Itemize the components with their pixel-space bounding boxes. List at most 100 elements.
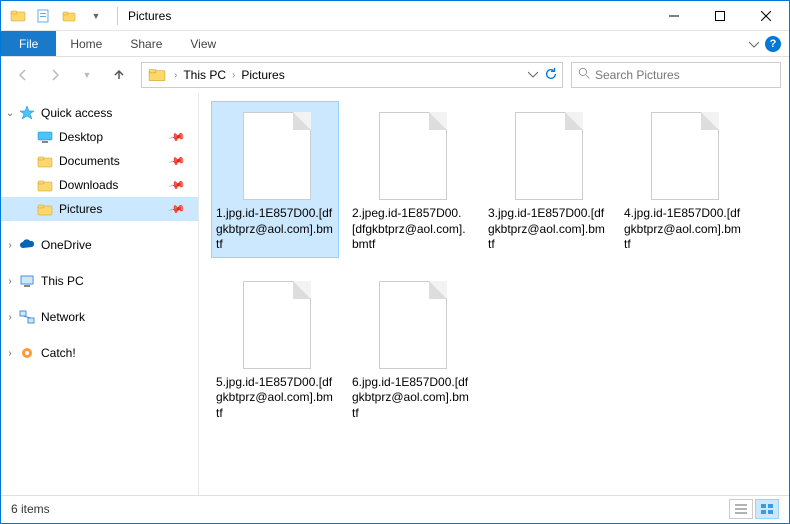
minimize-button[interactable] <box>651 1 697 31</box>
folder-icon <box>37 201 53 217</box>
sidebar-item-label: Network <box>41 310 85 324</box>
search-placeholder: Search Pictures <box>595 68 680 82</box>
sidebar-item-label: Desktop <box>59 130 103 144</box>
back-button[interactable] <box>9 61 37 89</box>
up-button[interactable] <box>105 61 133 89</box>
sidebar-label: Quick access <box>41 106 112 120</box>
star-icon <box>19 105 35 121</box>
tab-view[interactable]: View <box>176 31 230 56</box>
file-item[interactable]: 5.jpg.id-1E857D00.[dfgkbtprz@aol.com].bm… <box>211 270 339 427</box>
file-thumbnail <box>371 275 451 371</box>
quick-access-toolbar: ▼ <box>1 5 113 27</box>
sidebar-item-label: Catch! <box>41 346 76 360</box>
sidebar-item-label: Downloads <box>59 178 118 192</box>
quick-access-group: ⌄ Quick access Desktop 📌 Documents 📌 Dow… <box>1 101 198 221</box>
address-bar[interactable]: › This PC › Pictures <box>141 62 563 88</box>
pin-icon: 📌 <box>168 128 187 147</box>
file-thumbnail <box>371 106 451 202</box>
navigation-pane: ⌄ Quick access Desktop 📌 Documents 📌 Dow… <box>1 93 199 495</box>
file-name: 3.jpg.id-1E857D00.[dfgkbtprz@aol.com].bm… <box>488 206 606 253</box>
help-icon: ? <box>765 36 781 52</box>
roots-group: › OneDrive› This PC› Network› Catch! <box>1 233 198 365</box>
properties-icon[interactable] <box>33 5 55 27</box>
sidebar-item-documents[interactable]: Documents 📌 <box>1 149 198 173</box>
file-name: 6.jpg.id-1E857D00.[dfgkbtprz@aol.com].bm… <box>352 375 470 422</box>
file-item[interactable]: 1.jpg.id-1E857D00.[dfgkbtprz@aol.com].bm… <box>211 101 339 258</box>
thispc-icon <box>19 273 35 289</box>
catch-icon <box>19 345 35 361</box>
sidebar-quick-access[interactable]: ⌄ Quick access <box>1 101 198 125</box>
sidebar-item-this-pc[interactable]: › This PC <box>1 269 198 293</box>
qat-customize-icon[interactable]: ▼ <box>85 5 107 27</box>
sidebar-item-label: OneDrive <box>41 238 92 252</box>
file-thumbnail <box>235 275 315 371</box>
navigation-bar: ▼ › This PC › Pictures Search Pictures <box>1 57 789 93</box>
status-bar: 6 items <box>1 495 789 521</box>
file-tab[interactable]: File <box>1 31 56 56</box>
search-box[interactable]: Search Pictures <box>571 62 781 88</box>
file-item[interactable]: 3.jpg.id-1E857D00.[dfgkbtprz@aol.com].bm… <box>483 101 611 258</box>
pin-icon: 📌 <box>168 200 187 219</box>
sidebar-item-network[interactable]: › Network <box>1 305 198 329</box>
file-item[interactable]: 4.jpg.id-1E857D00.[dfgkbtprz@aol.com].bm… <box>619 101 747 258</box>
sidebar-item-catch-[interactable]: › Catch! <box>1 341 198 365</box>
search-icon <box>578 67 591 83</box>
sidebar-item-label: This PC <box>41 274 84 288</box>
maximize-button[interactable] <box>697 1 743 31</box>
item-count: 6 items <box>11 502 50 516</box>
address-folder-icon <box>148 65 168 85</box>
sidebar-item-downloads[interactable]: Downloads 📌 <box>1 173 198 197</box>
folder-icon <box>37 177 53 193</box>
pin-icon: 📌 <box>168 176 187 195</box>
chevron-down-icon[interactable]: ⌄ <box>5 108 15 119</box>
sidebar-item-desktop[interactable]: Desktop 📌 <box>1 125 198 149</box>
chevron-right-icon[interactable]: › <box>5 276 15 287</box>
folder-icon <box>37 153 53 169</box>
sidebar-item-pictures[interactable]: Pictures 📌 <box>1 197 198 221</box>
title-bar: ▼ Pictures <box>1 1 789 31</box>
crumb-pictures[interactable]: Pictures <box>237 68 288 82</box>
thumbnails-view-button[interactable] <box>755 499 779 519</box>
window-controls <box>651 1 789 31</box>
file-name: 2.jpeg.id-1E857D00.[dfgkbtprz@aol.com].b… <box>352 206 470 253</box>
file-name: 1.jpg.id-1E857D00.[dfgkbtprz@aol.com].bm… <box>216 206 334 253</box>
file-thumbnail <box>643 106 723 202</box>
chevron-right-icon[interactable]: › <box>230 70 237 81</box>
file-grid: 1.jpg.id-1E857D00.[dfgkbtprz@aol.com].bm… <box>211 101 777 427</box>
file-list[interactable]: 1.jpg.id-1E857D00.[dfgkbtprz@aol.com].bm… <box>199 93 789 495</box>
tab-share[interactable]: Share <box>116 31 176 56</box>
sidebar-item-label: Pictures <box>59 202 102 216</box>
file-item[interactable]: 6.jpg.id-1E857D00.[dfgkbtprz@aol.com].bm… <box>347 270 475 427</box>
sidebar-item-onedrive[interactable]: › OneDrive <box>1 233 198 257</box>
desktop-icon <box>37 129 53 145</box>
file-item[interactable]: 2.jpeg.id-1E857D00.[dfgkbtprz@aol.com].b… <box>347 101 475 258</box>
network-icon <box>19 309 35 325</box>
details-view-button[interactable] <box>729 499 753 519</box>
recent-dropdown-icon[interactable]: ▼ <box>73 61 101 89</box>
body: ⌄ Quick access Desktop 📌 Documents 📌 Dow… <box>1 93 789 495</box>
new-folder-icon[interactable] <box>59 5 81 27</box>
refresh-button[interactable] <box>544 67 558 84</box>
crumb-this-pc[interactable]: This PC <box>179 68 230 82</box>
help-button[interactable]: ? <box>765 31 781 57</box>
sidebar-item-label: Documents <box>59 154 120 168</box>
window-title: Pictures <box>122 9 651 23</box>
close-button[interactable] <box>743 1 789 31</box>
app-icon <box>7 5 29 27</box>
onedrive-icon <box>19 237 35 253</box>
forward-button[interactable] <box>41 61 69 89</box>
file-name: 4.jpg.id-1E857D00.[dfgkbtprz@aol.com].bm… <box>624 206 742 253</box>
file-thumbnail <box>507 106 587 202</box>
file-name: 5.jpg.id-1E857D00.[dfgkbtprz@aol.com].bm… <box>216 375 334 422</box>
chevron-right-icon[interactable]: › <box>5 312 15 323</box>
divider <box>117 7 118 25</box>
file-thumbnail <box>235 106 315 202</box>
ribbon: File Home Share View ? <box>1 31 789 57</box>
chevron-right-icon[interactable]: › <box>5 240 15 251</box>
chevron-right-icon[interactable]: › <box>172 70 179 81</box>
chevron-right-icon[interactable]: › <box>5 348 15 359</box>
pin-icon: 📌 <box>168 152 187 171</box>
address-dropdown-icon[interactable] <box>528 68 538 82</box>
ribbon-expand-icon[interactable] <box>749 31 759 57</box>
tab-home[interactable]: Home <box>56 31 116 56</box>
